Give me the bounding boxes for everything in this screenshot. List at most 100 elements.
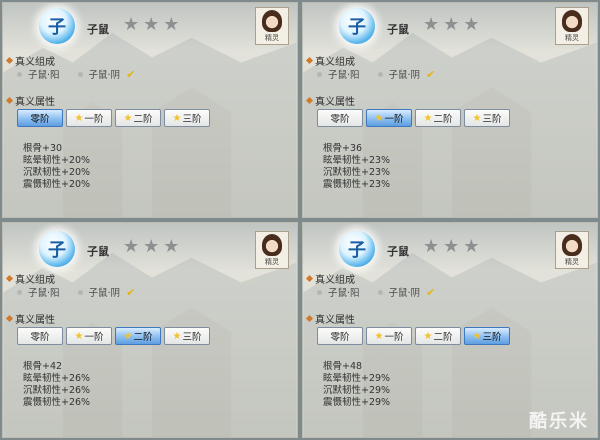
tab-tier-zero[interactable]: 零阶 <box>17 327 63 345</box>
character-name: 子鼠 <box>87 245 109 258</box>
composition-label: 子鼠·阳 <box>28 288 60 299</box>
tab-label: 二阶 <box>433 332 453 343</box>
attr-stun-resist: 眩晕韧性+20% <box>23 155 91 166</box>
spirit-avatar[interactable]: 精灵 <box>255 7 289 45</box>
zodiac-emblem-icon: 子 <box>339 8 375 44</box>
tab-tier-zero[interactable]: 零阶 <box>317 109 363 127</box>
tab-tier-one[interactable]: ★ 一阶 <box>366 327 412 345</box>
attributes-heading: 真义属性 <box>305 93 355 108</box>
bullet-icon <box>77 71 83 77</box>
star-icon: ★ <box>423 112 433 124</box>
tab-label: 一阶 <box>384 332 404 343</box>
tab-tier-two[interactable]: ★ 二阶 <box>115 109 161 127</box>
tab-tier-three[interactable]: ★ 三阶 <box>464 327 510 345</box>
composition-list: 子鼠·阳 子鼠·阴 ✔ <box>17 285 153 299</box>
tab-tier-zero[interactable]: 零阶 <box>17 109 63 127</box>
star-icon: ★ <box>123 14 140 35</box>
attributes-title: 真义属性 <box>15 315 55 326</box>
composition-list: 子鼠·阳 子鼠·阴 ✔ <box>317 67 453 81</box>
diamond-icon <box>5 314 14 323</box>
avatar-portrait-icon <box>262 10 282 32</box>
attribute-list: 根骨+48 眩晕韧性+29% 沉默韧性+29% 震慑韧性+29% <box>323 361 390 409</box>
tab-tier-three[interactable]: ★ 三阶 <box>464 109 510 127</box>
composition-label: 子鼠·阴 <box>88 288 121 299</box>
avatar-label: 精灵 <box>265 258 279 266</box>
bullet-icon <box>317 71 322 77</box>
character-name: 子鼠 <box>387 245 409 258</box>
checkmark-icon: ✔ <box>126 285 136 299</box>
attr-shock-resist: 震慑韧性+26% <box>23 397 91 408</box>
tab-tier-three[interactable]: ★ 三阶 <box>164 327 210 345</box>
diamond-icon <box>305 96 314 105</box>
panel-first-tier: 子 子鼠 ★ ★ ★ 精灵 真义组成 子鼠·阳 子鼠·阴 ✔ 真义属性 零阶 ★ 一… <box>302 2 598 218</box>
tab-label: 一阶 <box>384 114 404 125</box>
star-icon: ★ <box>163 14 180 35</box>
composition-label: 子鼠·阳 <box>328 288 360 299</box>
spirit-avatar[interactable]: 精灵 <box>555 231 589 269</box>
avatar-label: 精灵 <box>565 258 579 266</box>
composition-label: 子鼠·阴 <box>388 70 421 81</box>
composition-label: 子鼠·阴 <box>88 70 121 81</box>
composition-item-yin: 子鼠·阴 ✔ <box>77 67 136 81</box>
checkmark-icon: ✔ <box>126 67 136 81</box>
tab-tier-one[interactable]: ★ 一阶 <box>66 327 112 345</box>
bullet-icon <box>377 71 383 77</box>
tab-tier-three[interactable]: ★ 三阶 <box>164 109 210 127</box>
attributes-title: 真义属性 <box>15 97 55 108</box>
tab-tier-one[interactable]: ★ 一阶 <box>66 109 112 127</box>
star-icon: ★ <box>143 236 160 257</box>
tab-tier-zero[interactable]: 零阶 <box>317 327 363 345</box>
star-icon: ★ <box>423 14 440 35</box>
tab-tier-one[interactable]: ★ 一阶 <box>366 109 412 127</box>
attributes-title: 真义属性 <box>315 315 355 326</box>
star-icon: ★ <box>123 236 140 257</box>
tier-tabs: 零阶 ★ 一阶 ★ 二阶 ★ 三阶 <box>317 109 510 127</box>
tab-tier-two[interactable]: ★ 二阶 <box>115 327 161 345</box>
star-icon: ★ <box>374 330 384 342</box>
composition-title: 真义组成 <box>315 275 355 286</box>
emblem-glyph: 子 <box>48 17 66 38</box>
attribute-list: 根骨+30 眩晕韧性+20% 沉默韧性+20% 震慑韧性+20% <box>23 143 90 191</box>
checkmark-icon: ✔ <box>426 285 436 299</box>
attribute-list: 根骨+36 眩晕韧性+23% 沉默韧性+23% 震慑韧性+23% <box>323 143 390 191</box>
star-icon: ★ <box>74 112 84 124</box>
composition-heading: 真义组成 <box>305 53 355 68</box>
composition-title: 真义组成 <box>15 275 55 286</box>
attr-bone: 根骨+42 <box>23 361 63 372</box>
tab-label: 三阶 <box>482 332 502 343</box>
attributes-title: 真义属性 <box>315 97 355 108</box>
attr-bone: 根骨+48 <box>323 361 363 372</box>
zodiac-emblem-icon: 子 <box>39 8 75 44</box>
emblem-glyph: 子 <box>48 240 66 261</box>
bullet-icon <box>377 289 383 295</box>
attribute-list: 根骨+42 眩晕韧性+26% 沉默韧性+26% 震慑韧性+26% <box>23 361 90 409</box>
attr-shock-resist: 震慑韧性+29% <box>323 397 391 408</box>
attr-stun-resist: 眩晕韧性+23% <box>323 155 391 166</box>
attr-bone: 根骨+36 <box>323 143 363 154</box>
star-icon: ★ <box>374 112 384 124</box>
tab-tier-two[interactable]: ★ 二阶 <box>415 109 461 127</box>
tab-label: 零阶 <box>330 332 350 343</box>
spirit-avatar[interactable]: 精灵 <box>555 7 589 45</box>
diamond-icon <box>305 314 314 323</box>
attributes-heading: 真义属性 <box>305 311 355 326</box>
attr-shock-resist: 震慑韧性+23% <box>323 179 391 190</box>
star-icon: ★ <box>172 330 182 342</box>
attr-silence-resist: 沉默韧性+29% <box>323 385 391 396</box>
composition-label: 子鼠·阴 <box>388 288 421 299</box>
attr-shock-resist: 震慑韧性+20% <box>23 179 91 190</box>
tab-label: 二阶 <box>133 332 153 343</box>
avatar-portrait-icon <box>562 10 582 32</box>
star-icon: ★ <box>472 112 482 124</box>
star-icon: ★ <box>463 236 480 257</box>
spirit-avatar[interactable]: 精灵 <box>255 231 289 269</box>
tab-tier-two[interactable]: ★ 二阶 <box>415 327 461 345</box>
star-icon: ★ <box>123 112 133 124</box>
diamond-icon <box>305 274 314 283</box>
composition-list: 子鼠·阳 子鼠·阴 ✔ <box>17 67 153 81</box>
tab-label: 二阶 <box>433 114 453 125</box>
star-rating: ★ ★ ★ <box>123 15 179 35</box>
composition-heading: 真义组成 <box>5 53 55 68</box>
composition-heading: 真义组成 <box>5 271 55 286</box>
composition-list: 子鼠·阳 子鼠·阴 ✔ <box>317 285 453 299</box>
